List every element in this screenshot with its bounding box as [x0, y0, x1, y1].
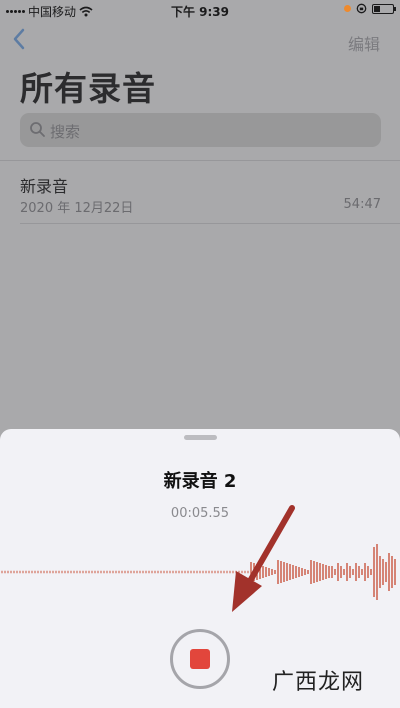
divider — [0, 160, 400, 161]
search-input[interactable]: 搜索 — [20, 113, 381, 147]
search-placeholder: 搜索 — [50, 123, 81, 141]
recording-name: 新录音 — [20, 177, 69, 196]
edit-button[interactable]: 编辑 — [348, 31, 380, 55]
search-icon — [30, 122, 45, 137]
status-right — [344, 3, 396, 14]
recording-duration: 54:47 — [343, 197, 381, 212]
current-recording-title[interactable]: 新录音 2 — [0, 467, 400, 493]
sheet-grabber-handle[interactable] — [184, 435, 217, 440]
orientation-lock-icon — [356, 3, 367, 14]
stop-icon — [190, 649, 210, 669]
status-bar: 中国移动 下午 9:39 — [0, 0, 400, 20]
chevron-left-icon — [13, 28, 25, 50]
elapsed-time: 00:05.55 — [170, 506, 230, 521]
divider — [20, 223, 400, 224]
stop-recording-button[interactable] — [170, 629, 230, 689]
status-time: 下午 9:39 — [170, 5, 230, 19]
back-button[interactable] — [12, 28, 26, 55]
waveform — [1, 544, 396, 600]
recording-date: 2020 年 12月22日 — [20, 201, 134, 216]
battery-icon — [372, 3, 396, 14]
page-title: 所有录音 — [20, 69, 156, 108]
microphone-in-use-indicator-icon — [344, 5, 351, 12]
watermark: 广西龙网 — [271, 670, 364, 695]
